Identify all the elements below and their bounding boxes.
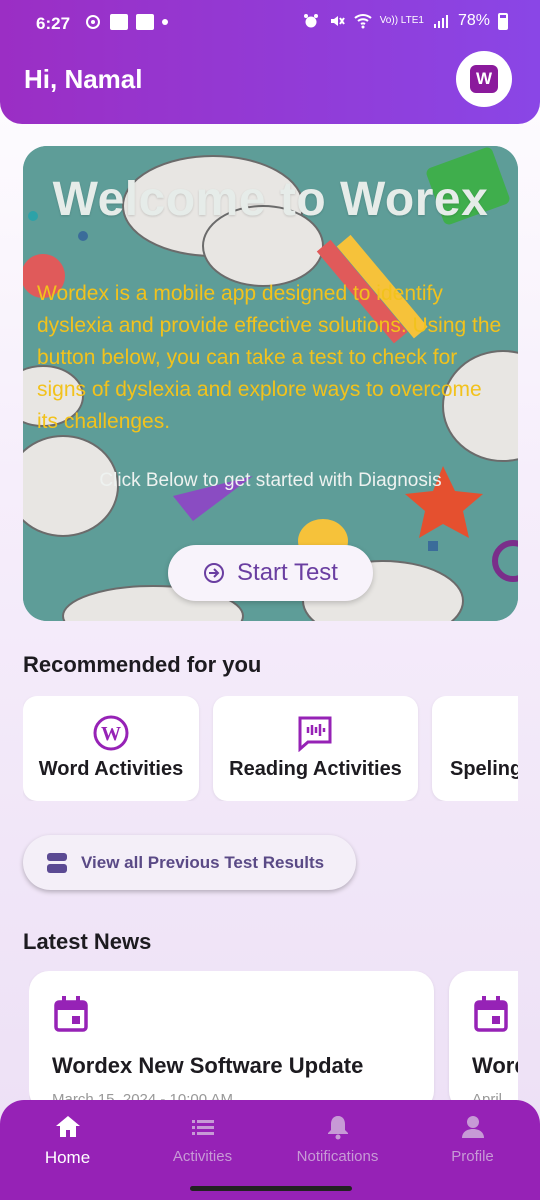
wifi-icon [354,12,372,30]
avatar[interactable]: W [456,51,512,107]
recommended-item-label: Speling [450,758,518,780]
status-time: 6:27 [36,14,71,33]
start-test-label: Start Test [237,559,338,586]
notification-icons [84,13,168,31]
signal-icon [432,12,450,30]
recommended-item-word-activities[interactable]: W Word Activities [23,696,199,801]
nav-notifications-label: Notifications [296,1148,379,1165]
wordpress-icon: W [93,715,129,751]
nav-profile-label: Profile [451,1148,494,1165]
bottom-navigation: Home Activities Notifications Profile [0,1100,540,1200]
nav-activities-label: Activities [172,1148,233,1165]
welcome-banner: Welcome to Worex Wordex is a mobile app … [23,146,518,621]
recommended-list[interactable]: W Word Activities Reading Activities Spe… [23,696,518,801]
app-notification-icon [110,14,128,30]
start-test-button[interactable]: Start Test [168,545,373,601]
home-indicator[interactable] [190,1186,352,1191]
nav-profile[interactable]: Profile [405,1112,540,1165]
diagnosis-prompt: Click Below to get started with Diagnosi… [99,470,442,491]
arrow-circle-right-icon [204,563,225,583]
system-status: Vo)) LTE1 78% [302,12,508,30]
app-description: Wordex is a mobile app designed to ident… [37,282,502,433]
calendar-icon [474,996,508,1032]
sync-icon [84,13,102,31]
recommended-item-speling[interactable]: Speling [432,696,518,801]
nav-home-label: Home [44,1148,91,1167]
voice-chat-icon [298,716,332,752]
recommended-item-label: Reading Activities [229,758,402,780]
battery-icon [498,12,508,30]
greeting-title: Hi, Namal [24,64,143,94]
news-card[interactable]: Wordex New Software Update March 15, 202… [29,971,434,1101]
bell-icon [327,1116,348,1140]
latest-news-title: Latest News [23,929,152,954]
news-title: Wordex New Software Update [52,1053,364,1078]
news-card[interactable]: Word April [449,971,518,1101]
network-label: Vo)) LTE1 [379,15,424,26]
wordex-logo-icon: W [470,65,498,93]
home-icon [55,1116,80,1137]
nav-activities[interactable]: Activities [135,1112,270,1165]
battery-percent: 78% [457,12,490,29]
svg-text:W: W [101,723,121,745]
recommended-item-reading-activities[interactable]: Reading Activities [213,696,418,801]
view-previous-results-label: View all Previous Test Results [81,852,325,872]
news-list[interactable]: Wordex New Software Update March 15, 202… [29,971,518,1101]
image-notification-icon [136,14,154,30]
person-icon [461,1116,484,1138]
welcome-title: Welcome to Worex [52,173,489,226]
status-bar: 6:27 Vo)) LTE1 78% [0,0,540,46]
recommended-title: Recommended for you [23,652,262,677]
list-icon [191,1120,214,1135]
recommended-item-label: Word Activities [38,758,184,780]
view-previous-results-button[interactable]: View all Previous Test Results [23,835,356,890]
app-header: 6:27 Vo)) LTE1 78% Hi, Namal W [0,0,540,124]
calendar-icon [54,996,88,1032]
alarm-icon [302,12,320,30]
news-title: Word [472,1053,518,1078]
mute-icon [328,12,346,30]
nav-notifications[interactable]: Notifications [270,1112,405,1165]
nav-home[interactable]: Home [0,1112,135,1168]
more-notifications-icon [162,19,168,25]
storage-icon [47,852,67,873]
